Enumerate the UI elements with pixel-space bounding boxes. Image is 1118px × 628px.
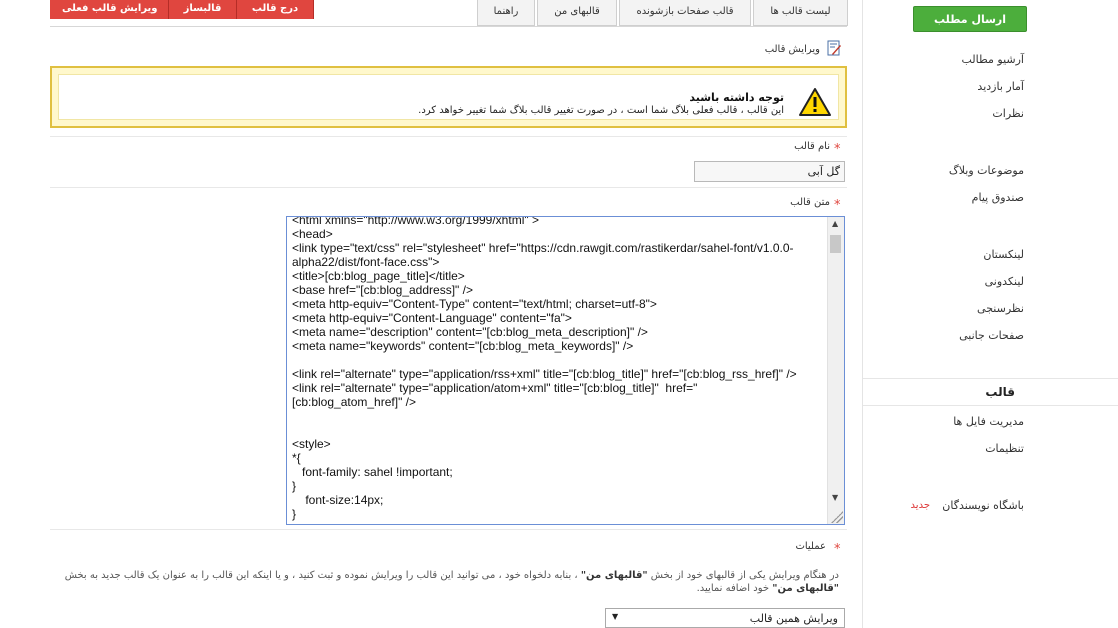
chevron-down-icon[interactable]: ▼ — [612, 612, 618, 621]
code-line: <meta name="description" content="[cb:bl… — [292, 325, 648, 339]
operation-select-value: ویرایش همین قالب — [749, 612, 838, 625]
tab-template-list[interactable]: لیست قالب ها — [753, 0, 848, 26]
warning-box: توجه داشته باشید این قالب ، قالب فعلی بل… — [50, 66, 847, 128]
tab-my-templates[interactable]: قالبهای من — [537, 0, 617, 26]
operations-description: در هنگام ویرایش یکی از قالبهای خود از بخ… — [60, 569, 839, 595]
sidebar-item-poll[interactable]: نظرسنجی — [977, 302, 1024, 315]
code-line: alpha22/dist/font-face.css"> — [292, 255, 440, 269]
page-title: ویرایش قالب — [764, 44, 820, 55]
warning-text: این قالب ، قالب فعلی بلاگ شما است ، در ص… — [418, 105, 784, 116]
send-post-button[interactable]: ارسال مطلب — [913, 6, 1027, 32]
sidebar-item-linkstan[interactable]: لینکستان — [983, 248, 1024, 261]
sidebar-item-stats[interactable]: آمار بازدید — [977, 80, 1024, 93]
template-body-label: متن قالب — [790, 197, 830, 208]
divider — [50, 529, 847, 530]
operation-select[interactable]: ویرایش همین قالب ▼ — [605, 608, 845, 628]
scroll-thumb[interactable] — [830, 235, 841, 253]
tab-help[interactable]: راهنما — [477, 0, 535, 26]
edit-template-icon — [826, 40, 842, 59]
ops-desc-part: ، بنابه دلخواه خود ، می توانید این قالب … — [64, 570, 581, 581]
top-action-buttons: ویرایش قالب فعلی قالبساز درج قالب — [50, 0, 314, 19]
tabs-divider — [50, 26, 847, 27]
tab-popup-templates[interactable]: قالب صفحات بازشونده — [619, 0, 751, 26]
code-line: <style> — [292, 437, 331, 451]
scroll-up-icon[interactable]: ▲ — [832, 219, 838, 228]
operations-label: عملیات — [795, 541, 826, 552]
ops-desc-bold: "قالبهای من" — [580, 570, 648, 581]
code-line: <meta http-equiv="Content-Type" content=… — [292, 297, 657, 311]
tab-bar: لیست قالب ها قالب صفحات بازشونده قالبهای… — [475, 0, 848, 26]
code-line: <meta http-equiv="Content-Language" cont… — [292, 311, 572, 325]
code-line: <link type="text/css" rel="stylesheet" h… — [292, 241, 794, 255]
insert-template-button[interactable]: درج قالب — [237, 0, 314, 19]
divider — [50, 136, 847, 137]
template-name-label: نام قالب — [794, 141, 830, 152]
sidebar-item-archive[interactable]: آرشیو مطالب — [961, 53, 1024, 66]
ops-desc-bold: "قالبهای من" — [772, 583, 839, 594]
code-line: <head> — [292, 227, 333, 241]
sidebar-item-comments[interactable]: نظرات — [992, 107, 1024, 120]
required-star: * — [834, 542, 841, 557]
resize-grip-icon[interactable] — [831, 511, 843, 523]
edit-current-template-button[interactable]: ویرایش قالب فعلی — [50, 0, 169, 19]
code-line: <base href="[cb:blog_address]" /> — [292, 283, 473, 297]
warning-title: توجه داشته باشید — [689, 91, 784, 104]
sidebar-item-inbox[interactable]: صندوق پیام — [972, 191, 1024, 204]
textarea-scrollbar[interactable]: ▲ ▼ — [827, 217, 844, 524]
required-star: * — [834, 142, 841, 157]
sidebar: ارسال مطلب آرشیو مطالب آمار بازدید نظرات… — [862, 0, 1118, 628]
code-line: [cb:blog_atom_href]" /> — [292, 395, 417, 409]
required-star: * — [834, 198, 841, 213]
code-line: <link rel="alternate" type="application/… — [292, 367, 797, 381]
sidebar-item-settings[interactable]: تنظیمات — [985, 442, 1024, 455]
page-heading: ویرایش قالب — [765, 40, 842, 59]
template-name-input[interactable] — [694, 161, 845, 182]
scroll-down-icon[interactable]: ▼ — [832, 493, 838, 502]
new-badge: جدید — [910, 500, 930, 511]
sidebar-item-file-manager[interactable]: مدیریت فایل ها — [953, 415, 1024, 428]
warning-icon — [798, 87, 832, 120]
code-line: } — [292, 479, 297, 493]
divider — [50, 187, 847, 188]
ops-desc-part: در هنگام ویرایش یکی از قالبهای خود از بخ… — [647, 570, 839, 581]
code-line: <meta name="keywords" content="[cb:blog_… — [292, 339, 634, 353]
sidebar-item-writers-club[interactable]: باشگاه نویسندگان — [942, 499, 1024, 512]
sidebar-item-topics[interactable]: موضوعات وبلاگ — [949, 164, 1024, 177]
sidebar-item-pages[interactable]: صفحات جانبی — [959, 329, 1024, 342]
ops-desc-part: خود اضافه نمایید. — [696, 583, 773, 594]
template-code-textarea[interactable]: <html xmlns="http://www.w3.org/1999/xhtm… — [286, 216, 845, 525]
sidebar-section-template: قالب — [863, 378, 1118, 406]
sidebar-item-linkdooni[interactable]: لینکدونی — [985, 275, 1024, 288]
code-line: font-size:14px; — [292, 493, 384, 507]
sidebar-section-title: قالب — [985, 385, 1015, 399]
code-lines: <html xmlns="http://www.w3.org/1999/xhtm… — [292, 216, 822, 521]
code-line: font-family: sahel !important; — [292, 465, 453, 479]
code-line: } — [292, 507, 297, 521]
code-line: <html xmlns="http://www.w3.org/1999/xhtm… — [292, 216, 539, 227]
code-line: <link rel="alternate" type="application/… — [292, 381, 698, 395]
code-line: *{ — [292, 451, 301, 465]
code-line: <title>[cb:blog_page_title]</title> — [292, 269, 465, 283]
template-builder-button[interactable]: قالبساز — [169, 0, 237, 19]
